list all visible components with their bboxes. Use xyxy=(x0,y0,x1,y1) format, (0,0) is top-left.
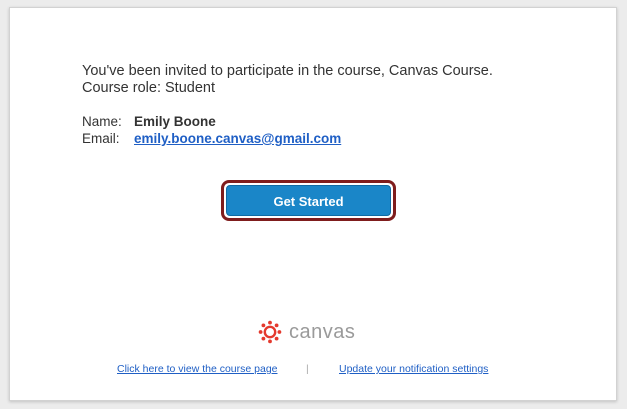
invitation-text: You've been invited to participate in th… xyxy=(82,63,493,79)
user-details: Name: Emily Boone Email: emily.boone.canva… xyxy=(82,113,341,147)
get-started-button[interactable]: Get Started xyxy=(226,185,391,216)
invitation-message: You've been invited to participate in th… xyxy=(82,63,493,97)
get-started-highlight: Get Started xyxy=(221,180,396,221)
canvas-wordmark: canvas xyxy=(289,320,356,343)
email-card: You've been invited to participate in th… xyxy=(9,7,617,401)
name-label: Name: xyxy=(82,114,122,129)
canvas-logo-icon xyxy=(258,320,282,344)
notification-settings-link[interactable]: Update your notification settings xyxy=(339,363,488,375)
email-row: Email: emily.boone.canvas@gmail.com xyxy=(82,130,341,147)
view-course-link[interactable]: Click here to view the course page xyxy=(117,363,278,375)
canvas-logo: canvas xyxy=(258,319,355,345)
email-link[interactable]: emily.boone.canvas@gmail.com xyxy=(134,131,341,146)
name-value: Emily Boone xyxy=(134,114,216,129)
footer-separator: | xyxy=(306,363,309,375)
course-role-text: Course role: Student xyxy=(82,80,215,96)
name-row: Name: Emily Boone xyxy=(82,113,341,130)
email-label: Email: xyxy=(82,131,120,146)
